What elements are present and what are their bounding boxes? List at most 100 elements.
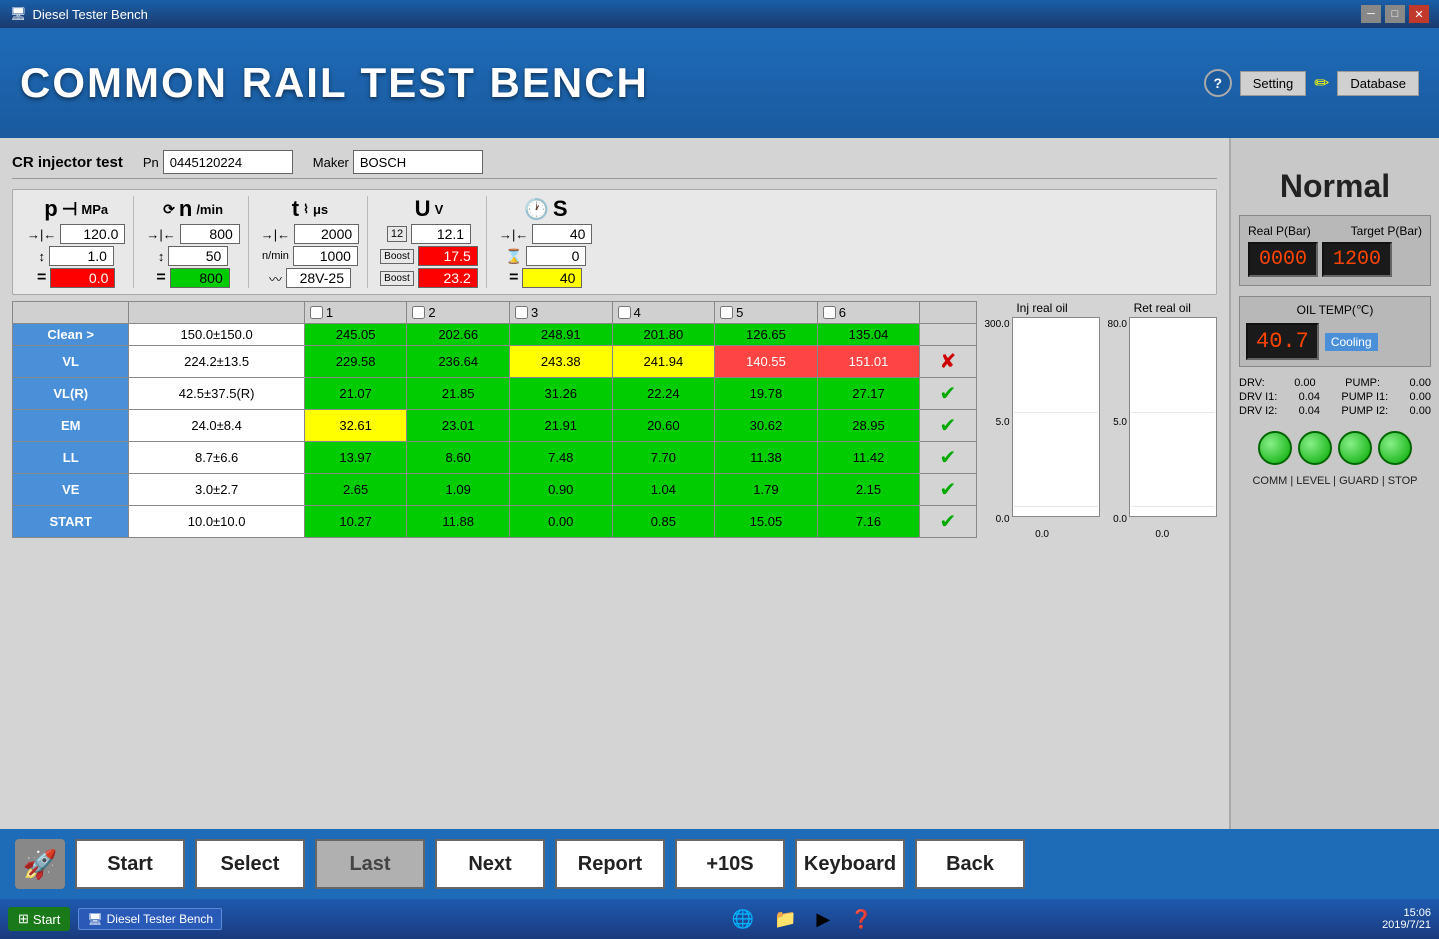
voltage-val1: 17.5 [418,246,478,266]
close-button[interactable]: ✕ [1409,5,1429,23]
checkmark-icon: ✔ [940,511,957,533]
main-content: CR injector test Pn Maker p ⊣ MPa →|← [0,138,1439,829]
col3-checkbox[interactable] [515,306,528,319]
pump-label-2: PUMP I2: [1341,405,1388,417]
taskbar-time: 15:06 [1382,907,1431,919]
time2-step[interactable] [526,246,586,266]
drv-row: DRV: 0.00 PUMP: 0.00 DRV I1: 0.04 PUMP I… [1239,377,1431,417]
cell-1-2: 243.38 [509,346,612,378]
time-sub1[interactable] [293,246,358,266]
data-table-wrap: 1 2 3 4 5 [12,301,1217,821]
speed-setpoint[interactable] [180,224,240,244]
time2-setpoint[interactable] [532,224,592,244]
time-setpoint[interactable] [294,224,359,244]
pn-input[interactable] [163,150,293,174]
row-label-6[interactable]: START [13,506,129,538]
row-label-1[interactable]: VL [13,346,129,378]
inj-max-label: 300.0 [985,319,1010,330]
row-status-0 [920,324,976,346]
maker-label: Maker [313,155,349,170]
col6-checkbox[interactable] [823,306,836,319]
col1-checkbox[interactable] [310,306,323,319]
maker-input[interactable] [353,150,483,174]
cell-0-5: 135.04 [817,324,920,346]
cell-0-4: 126.65 [715,324,818,346]
cell-5-5: 2.15 [817,474,920,506]
col-header-3: 3 [509,302,612,324]
plus10s-button[interactable]: +10S [675,839,785,889]
boost2-icon: Boost [380,271,414,286]
voltage-unit: V [435,202,444,217]
time2-equals: = [509,269,518,287]
real-p-display: 0000 [1248,242,1318,277]
ret-chart-labels: 80.0 5.0 0.0 [1108,317,1127,527]
maximize-button[interactable]: □ [1385,5,1405,23]
taskbar-app[interactable]: 🖥 Diesel Tester Bench [78,908,222,930]
cell-1-4: 140.55 [715,346,818,378]
col4-checkbox[interactable] [618,306,631,319]
start-label: Start [33,912,60,927]
row-spec-1: 224.2±13.5 [129,346,304,378]
oil-temp-label: OIL TEMP(℃) [1246,303,1424,317]
cell-3-4: 30.62 [715,410,818,442]
indicator-guard [1338,431,1372,465]
row-label-4[interactable]: LL [13,442,129,474]
hourglass-icon: ⌛ [505,248,522,265]
pump-value-1: 0.00 [1410,391,1431,403]
time-sub2[interactable] [286,268,351,288]
row-status-4: ✔ [920,442,976,474]
start-button[interactable]: Start [75,839,185,889]
row-label-0[interactable]: Clean > [13,324,129,346]
row-spec-6: 10.0±10.0 [129,506,304,538]
row-status-1: ✘ [920,346,976,378]
cell-0-0: 245.05 [304,324,407,346]
row-label-2[interactable]: VL(R) [13,378,129,410]
table-row: VE3.0±2.72.651.090.901.041.792.15✔ [13,474,977,506]
pump-label-0: PUMP: [1345,377,1380,389]
rocket-icon: 🚀 [15,839,65,889]
edit-icon[interactable]: ✏ [1314,73,1329,94]
pressure-setpoint[interactable] [60,224,125,244]
row-label-5[interactable]: VE [13,474,129,506]
speed-unit: /min [196,202,223,217]
pn-field: Pn [143,150,293,174]
time-symbol: t [292,196,299,222]
next-button[interactable]: Next [435,839,545,889]
select-button[interactable]: Select [195,839,305,889]
help-button[interactable]: ? [1204,69,1232,97]
status-normal: Normal [1280,168,1390,205]
taskbar-clock: 15:06 2019/7/21 [1382,907,1431,931]
minimize-button[interactable]: ─ [1361,5,1381,23]
row-label-3[interactable]: EM [13,410,129,442]
table-row: Clean >150.0±150.0245.05202.66248.91201.… [13,324,977,346]
col2-checkbox[interactable] [412,306,425,319]
charts-container: Inj real oil 300.0 5.0 0.0 0.0 [985,301,1218,821]
speed-step[interactable] [168,246,228,266]
table-row: START10.0±10.010.2711.880.000.8515.057.1… [13,506,977,538]
row-spec-3: 24.0±8.4 [129,410,304,442]
row-status-3: ✔ [920,410,976,442]
boost1-icon: Boost [380,249,414,264]
cell-2-1: 21.85 [407,378,510,410]
cell-6-5: 7.16 [817,506,920,538]
start-menu-button[interactable]: ⊞ Start [8,907,70,931]
setting-button[interactable]: Setting [1240,71,1306,96]
col-header-5: 5 [715,302,818,324]
pressure-step[interactable] [49,246,114,266]
database-button[interactable]: Database [1337,71,1419,96]
voltage-setpoint[interactable] [411,224,471,244]
drv-label-0: DRV: [1239,377,1265,389]
col5-checkbox[interactable] [720,306,733,319]
cell-6-0: 10.27 [304,506,407,538]
keyboard-button[interactable]: Keyboard [795,839,905,889]
report-button[interactable]: Report [555,839,665,889]
voltage-gauge: U V 12 Boost 17.5 Boost 23.2 [372,196,487,288]
cell-6-3: 0.85 [612,506,715,538]
last-button[interactable]: Last [315,839,425,889]
help-icon2: ❓ [850,909,872,930]
cell-4-4: 11.38 [715,442,818,474]
header-title: COMMON RAIL TEST BENCH [20,59,649,107]
time-sub-icon: n/min [262,250,289,262]
back-button[interactable]: Back [915,839,1025,889]
ret-mid-label: 5.0 [1108,417,1127,428]
